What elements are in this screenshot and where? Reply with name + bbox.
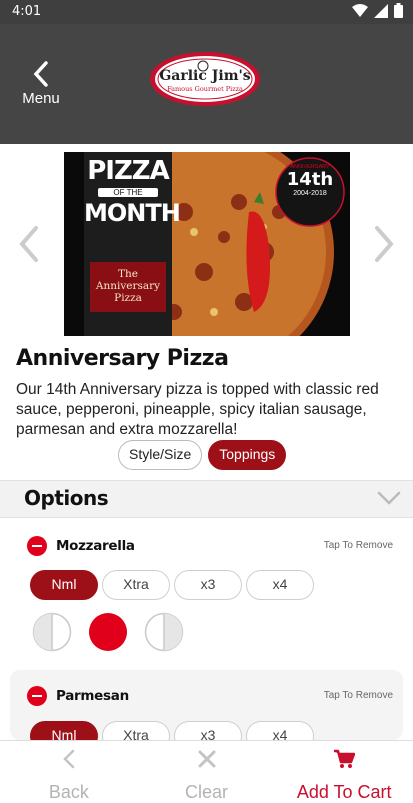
options-label: Options xyxy=(24,486,109,510)
portion-selector xyxy=(32,612,184,652)
promo-subtitle-line1: The xyxy=(118,268,138,280)
carousel-next-arrow-icon[interactable] xyxy=(371,224,399,264)
badge-number: 14th xyxy=(286,169,334,190)
chevron-left-icon xyxy=(63,749,75,769)
tap-to-remove-label[interactable]: Tap To Remove xyxy=(324,690,393,701)
battery-icon xyxy=(394,3,403,18)
amount-x3[interactable]: x3 xyxy=(174,721,242,740)
back-button[interactable]: Back xyxy=(0,741,138,802)
promo-title-line1: PIZZA xyxy=(87,156,170,186)
promo-carousel: PIZZA OF THE MONTH The Anniversary Pizza… xyxy=(0,150,413,340)
promo-title-line2: OF THE xyxy=(98,188,158,197)
left-half-portion-icon[interactable] xyxy=(32,612,72,652)
promo-subtitle: The Anniversary Pizza xyxy=(90,268,166,304)
amount-xtra[interactable]: Xtra xyxy=(102,570,170,600)
cart-icon xyxy=(334,749,356,768)
remove-topping-icon[interactable] xyxy=(27,686,47,706)
remove-topping-icon[interactable] xyxy=(27,536,47,556)
amount-nml[interactable]: Nml xyxy=(30,570,98,600)
status-bar: 4:01 xyxy=(0,0,413,24)
tab-style-size[interactable]: Style/Size xyxy=(118,440,203,470)
topping-option-parmesan: Parmesan Tap To Remove Nml Xtra x3 x4 xyxy=(10,670,403,740)
tap-to-remove-label[interactable]: Tap To Remove xyxy=(324,540,393,551)
badge-years: 2004-2018 xyxy=(293,190,327,197)
topping-name: Parmesan xyxy=(56,688,129,704)
menu-back-button[interactable]: Menu xyxy=(16,60,66,114)
amount-selector: Nml Xtra x3 x4 xyxy=(30,721,314,740)
tab-toppings[interactable]: Toppings xyxy=(208,440,287,470)
chevron-left-icon xyxy=(33,61,48,87)
status-time: 4:01 xyxy=(12,4,42,19)
whole-portion-icon[interactable] xyxy=(88,612,128,652)
wifi-icon xyxy=(352,3,368,17)
chevron-down-icon[interactable] xyxy=(377,491,401,505)
svg-text:Famous Gourmet Pizza: Famous Gourmet Pizza xyxy=(167,85,243,93)
amount-x3[interactable]: x3 xyxy=(174,570,242,600)
promo-subtitle-line3: Pizza xyxy=(114,292,142,304)
anniversary-badge: ANNIVERSARY 14th 2004-2018 xyxy=(276,164,344,197)
amount-selector: Nml Xtra x3 x4 xyxy=(30,570,314,600)
bottom-nav: Back Clear Add To Cart xyxy=(0,740,413,802)
right-half-portion-icon[interactable] xyxy=(144,612,184,652)
close-icon xyxy=(198,750,215,768)
topping-name: Mozzarella xyxy=(56,538,135,554)
signal-icon xyxy=(374,3,388,18)
amount-xtra[interactable]: Xtra xyxy=(102,721,170,740)
item-title: Anniversary Pizza xyxy=(16,346,229,371)
topping-option-mozzarella: Mozzarella Tap To Remove Nml Xtra x3 x4 xyxy=(10,520,403,665)
carousel-prev-arrow-icon[interactable] xyxy=(14,224,42,264)
promo-title: PIZZA OF THE MONTH xyxy=(84,156,181,227)
status-icons xyxy=(352,3,403,18)
promo-image: PIZZA OF THE MONTH The Anniversary Pizza… xyxy=(64,152,350,336)
customize-tabs: Style/Size Toppings xyxy=(118,440,287,470)
promo-subtitle-line2: Anniversary xyxy=(95,280,161,292)
app-header: Menu Garlic Jim's Famous Gourmet Pizza xyxy=(0,24,413,144)
add-to-cart-button[interactable]: Add To Cart xyxy=(275,741,413,802)
amount-nml[interactable]: Nml xyxy=(30,721,98,740)
menu-label: Menu xyxy=(22,90,60,107)
garlic-jims-logo: Garlic Jim's Famous Gourmet Pizza xyxy=(150,52,260,106)
amount-x4[interactable]: x4 xyxy=(246,721,314,740)
options-header[interactable]: Options xyxy=(0,480,413,518)
item-description: Our 14th Anniversary pizza is topped wit… xyxy=(16,381,379,438)
promo-title-line3: MONTH xyxy=(84,199,181,227)
clear-button[interactable]: Clear xyxy=(138,741,276,802)
amount-x4[interactable]: x4 xyxy=(246,570,314,600)
